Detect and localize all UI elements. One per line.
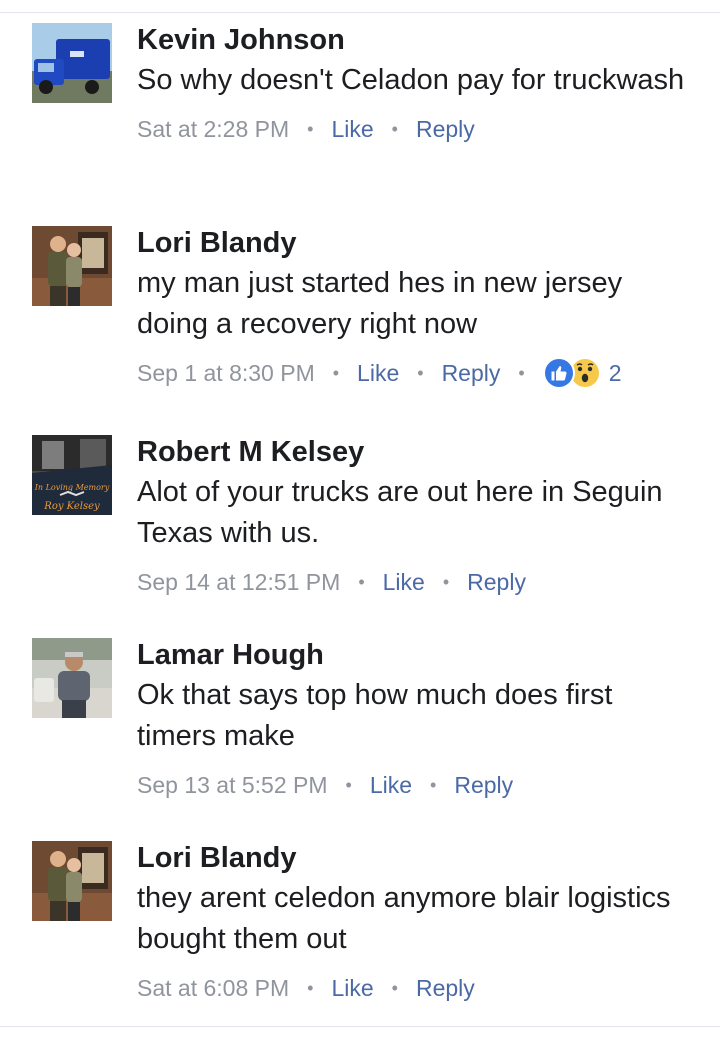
reply-button[interactable]: Reply: [442, 355, 501, 391]
like-button[interactable]: Like: [331, 970, 373, 1006]
comment-text: So why doesn't Celadon pay for truckwash: [137, 64, 685, 96]
like-button[interactable]: Like: [383, 564, 425, 600]
comment-text: my man just started hes in new jersey do…: [137, 267, 623, 340]
comment-text: they arent celedon anymore blair logisti…: [137, 882, 671, 955]
separator-dot: •: [417, 363, 424, 383]
separator-dot: •: [518, 363, 525, 383]
bottom-divider: [0, 1026, 720, 1027]
like-icon: [542, 357, 575, 389]
comment-meta: Sep 14 at 12:51 PM • Like • Reply: [137, 564, 697, 600]
comment-author[interactable]: Robert M Kelsey: [137, 435, 697, 469]
separator-dot: •: [307, 978, 314, 998]
comment-timestamp[interactable]: Sep 1 at 8:30 PM: [137, 355, 315, 391]
like-button[interactable]: Like: [331, 111, 373, 147]
avatar[interactable]: [32, 638, 112, 718]
comment-timestamp[interactable]: Sat at 2:28 PM: [137, 111, 289, 147]
avatar-caption: Roy Kelsey: [43, 501, 100, 512]
comment-text: Ok that says top how much does first tim…: [137, 679, 613, 752]
comment-text: Alot of your trucks are out here in Segu…: [137, 476, 663, 549]
separator-dot: •: [332, 363, 340, 383]
separator-dot: •: [307, 119, 314, 139]
reply-button[interactable]: Reply: [416, 970, 475, 1006]
separator-dot: •: [358, 572, 365, 592]
comment-timestamp[interactable]: Sep 13 at 5:52 PM: [137, 767, 328, 803]
reply-button[interactable]: Reply: [467, 564, 526, 600]
comment-author[interactable]: Kevin Johnson: [137, 23, 697, 57]
comment-author[interactable]: Lamar Hough: [137, 638, 697, 672]
like-button[interactable]: Like: [370, 767, 412, 803]
reaction-count: 2: [608, 360, 622, 386]
separator-dot: •: [391, 119, 398, 139]
avatar[interactable]: [32, 841, 112, 921]
reply-button[interactable]: Reply: [416, 111, 475, 147]
comment-timestamp[interactable]: Sat at 6:08 PM: [137, 970, 289, 1006]
separator-dot: •: [430, 775, 437, 795]
avatar-caption: In Loving Memory: [34, 483, 110, 492]
separator-dot: •: [345, 775, 352, 795]
comment-meta: Sat at 6:08 PM • Like • Reply: [137, 970, 697, 1006]
comment-meta: Sat at 2:28 PM • Like • Reply: [137, 111, 697, 147]
separator-dot: •: [442, 572, 450, 592]
avatar[interactable]: [32, 23, 112, 103]
reactions-summary[interactable]: 2: [542, 355, 622, 391]
comment-timestamp[interactable]: Sep 14 at 12:51 PM: [137, 564, 340, 600]
comment-meta: Sep 1 at 8:30 PM • Like • Reply • 2: [137, 355, 697, 391]
separator-dot: •: [391, 978, 398, 998]
reply-button[interactable]: Reply: [454, 767, 513, 803]
comment-meta: Sep 13 at 5:52 PM • Like • Reply: [137, 767, 697, 803]
comment-author[interactable]: Lori Blandy: [137, 226, 697, 260]
avatar[interactable]: In Loving Memory Roy Kelsey: [32, 435, 112, 515]
avatar[interactable]: [32, 226, 112, 306]
top-divider: [0, 12, 720, 13]
comment-author[interactable]: Lori Blandy: [137, 841, 697, 875]
like-button[interactable]: Like: [357, 355, 399, 391]
